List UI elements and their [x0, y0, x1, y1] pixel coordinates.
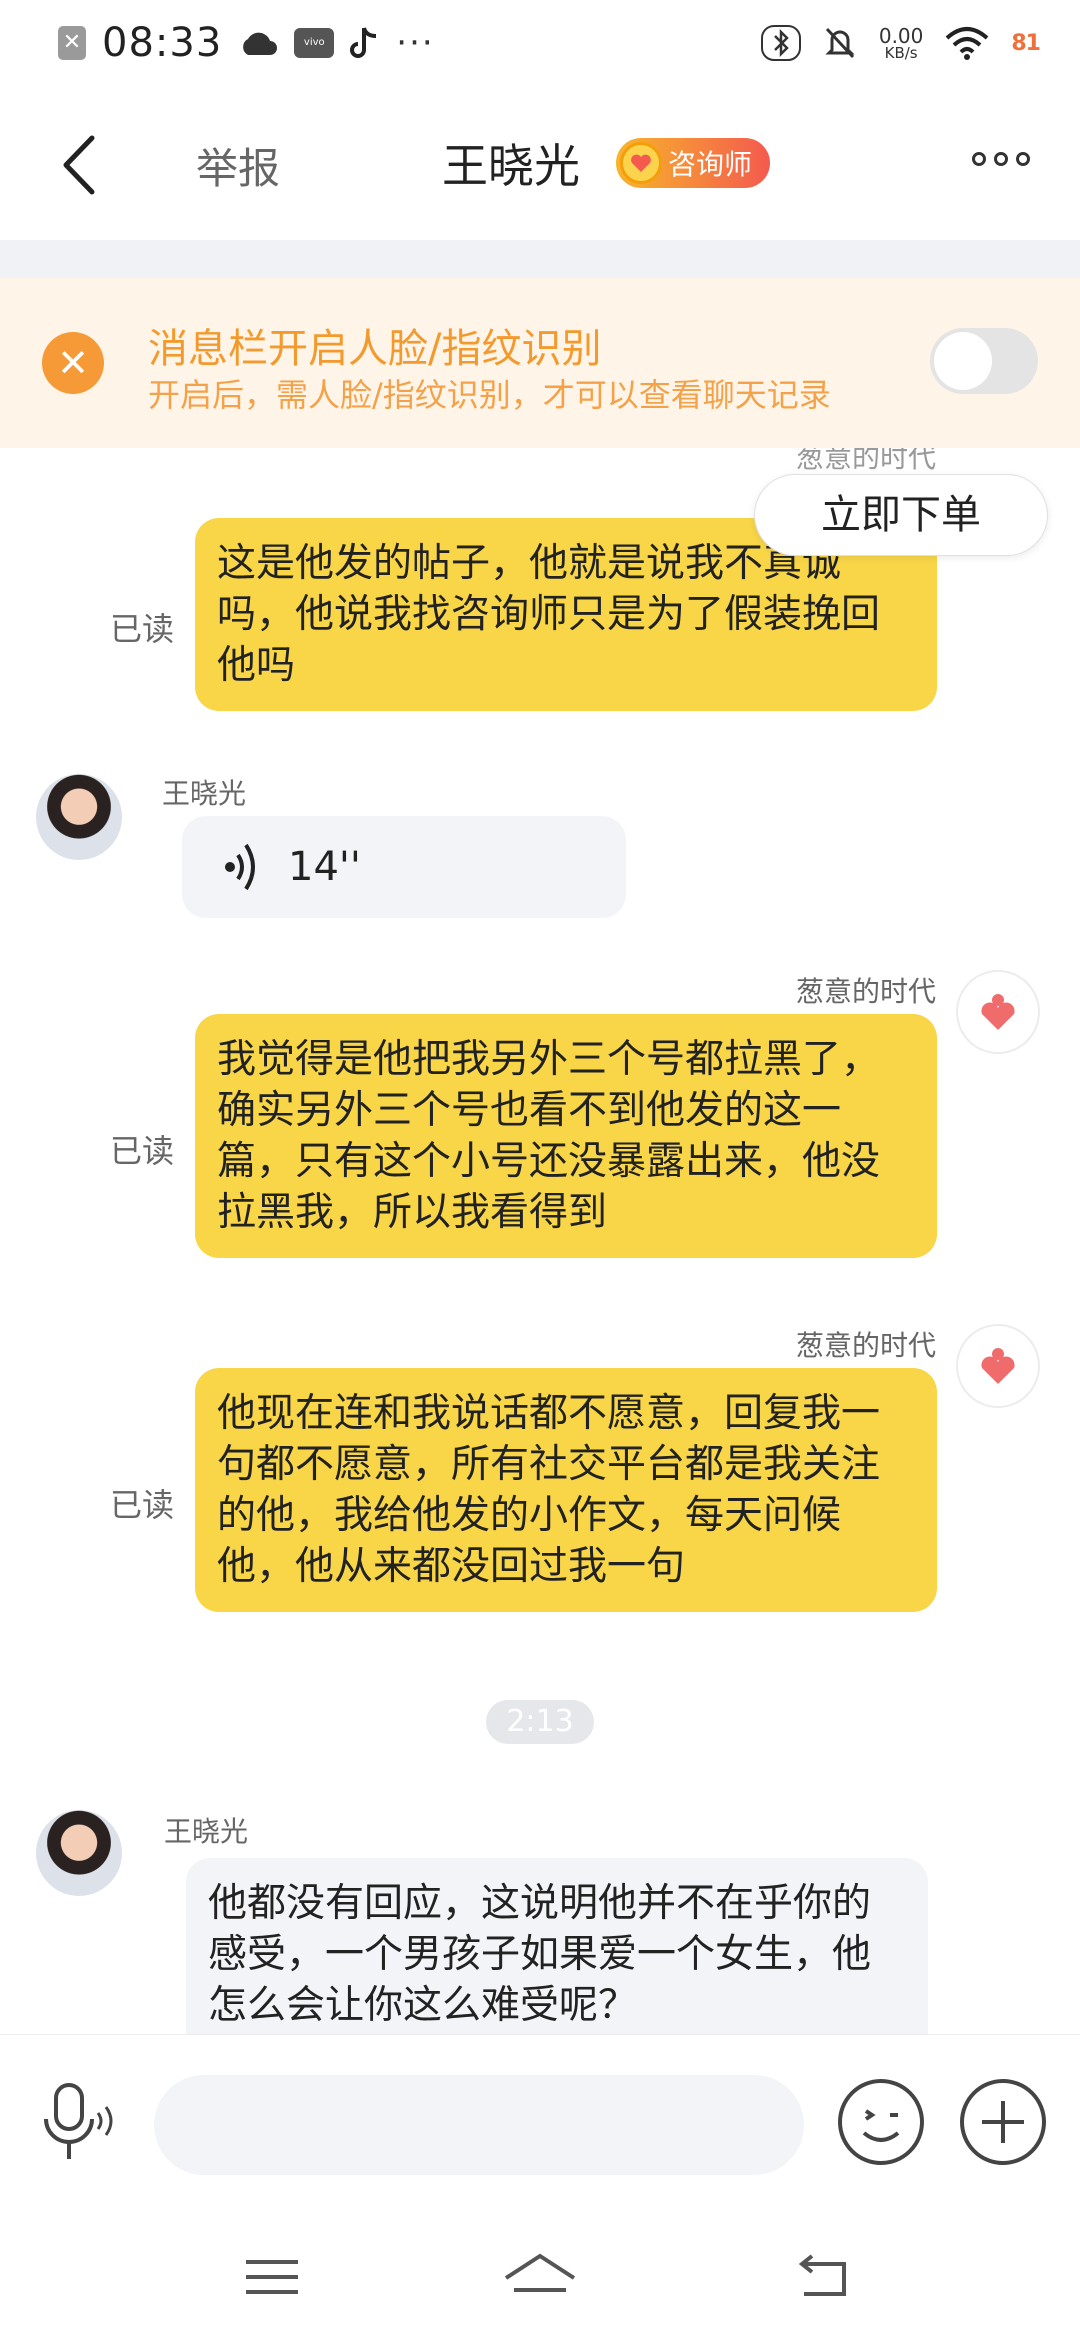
menu-icon[interactable] — [232, 2244, 312, 2310]
message-bubble[interactable]: 他现在连和我说话都不愿意，回复我一句都不愿意，所有社交平台都是我关注的他，我给他… — [195, 1368, 937, 1612]
consultant-badge: 咨询师 — [616, 138, 771, 188]
mute-bell-icon — [825, 27, 855, 59]
consultant-avatar[interactable] — [36, 774, 122, 860]
more-dots-icon[interactable] — [972, 152, 1030, 166]
face-id-notice: ✕ 消息栏开启人脸/指纹识别 开启后，需人脸/指纹识别，才可以查看聊天记录 — [0, 278, 1080, 448]
notice-title: 消息栏开启人脸/指纹识别 — [148, 326, 602, 372]
notification-close-icon: ✕ — [58, 26, 86, 60]
chat-area[interactable]: 立即下单 葱意的时代 已读 这是他发的帖子，他就是说我不真诚吗，他说我找咨询师只… — [0, 448, 1080, 2034]
back-arrow-icon[interactable] — [52, 130, 112, 200]
status-time: 08:33 — [102, 20, 223, 66]
network-speed: 0.00 KB/s — [878, 23, 924, 62]
sender-name: 葱意的时代 — [795, 975, 936, 1008]
voice-wave-icon — [225, 843, 255, 891]
vivo-app-icon: vivo — [294, 28, 335, 58]
wifi-icon — [946, 27, 989, 60]
emoji-icon[interactable] — [836, 2077, 926, 2167]
voice-message[interactable]: 14'' — [182, 816, 626, 918]
read-status: 已读 — [110, 1486, 175, 1524]
heart-avatar-icon[interactable] — [956, 970, 1040, 1054]
home-icon[interactable] — [500, 2244, 580, 2310]
sender-name: 葱意的时代 — [795, 1329, 936, 1362]
cloud-icon — [243, 32, 278, 55]
status-bar: ✕ 08:33 vivo ··· 0.00 KB/s 81 — [0, 0, 1080, 90]
chat-header: 举报 王晓光 咨询师 — [0, 90, 1080, 240]
report-button[interactable]: 举报 — [196, 135, 280, 196]
bluetooth-icon — [760, 25, 801, 61]
microphone-icon[interactable] — [34, 2079, 120, 2165]
system-nav-bar — [0, 2220, 1080, 2340]
read-status: 已读 — [110, 610, 175, 648]
header-divider — [0, 240, 1080, 278]
close-icon[interactable]: ✕ — [42, 332, 104, 394]
message-bubble[interactable]: 他都没有回应，这说明他并不在乎你的感受，一个男孩子如果爱一个女生，他怎么会让你这… — [186, 1858, 928, 2034]
heart-avatar-icon[interactable] — [956, 1324, 1040, 1408]
page-title: 王晓光 — [442, 139, 580, 193]
notice-subtitle: 开启后，需人脸/指纹识别，才可以查看聊天记录 — [148, 376, 831, 414]
consultant-avatar[interactable] — [36, 1810, 122, 1896]
sender-name: 葱意的时代 — [795, 448, 936, 474]
plus-icon[interactable] — [958, 2077, 1048, 2167]
tiktok-icon — [350, 27, 377, 58]
read-status: 已读 — [110, 1132, 175, 1170]
voice-duration: 14'' — [288, 844, 361, 890]
message-bubble[interactable]: 我觉得是他把我另外三个号都拉黑了，确实另外三个号也看不到他发的这一篇，只有这个小… — [195, 1014, 937, 1258]
input-bar — [0, 2034, 1080, 2220]
order-now-button[interactable]: 立即下单 — [754, 474, 1048, 556]
status-more-icon: ··· — [396, 23, 435, 63]
back-nav-icon[interactable] — [784, 2244, 864, 2310]
sender-name: 王晓光 — [162, 777, 247, 810]
battery-indicator: 81 — [1011, 30, 1041, 56]
sender-name: 王晓光 — [164, 1815, 249, 1848]
message-input[interactable] — [154, 2075, 804, 2175]
badge-label: 咨询师 — [668, 148, 753, 181]
time-divider: 2:13 — [486, 1700, 594, 1744]
face-id-toggle[interactable] — [930, 328, 1038, 394]
badge-heart-icon — [620, 142, 662, 184]
